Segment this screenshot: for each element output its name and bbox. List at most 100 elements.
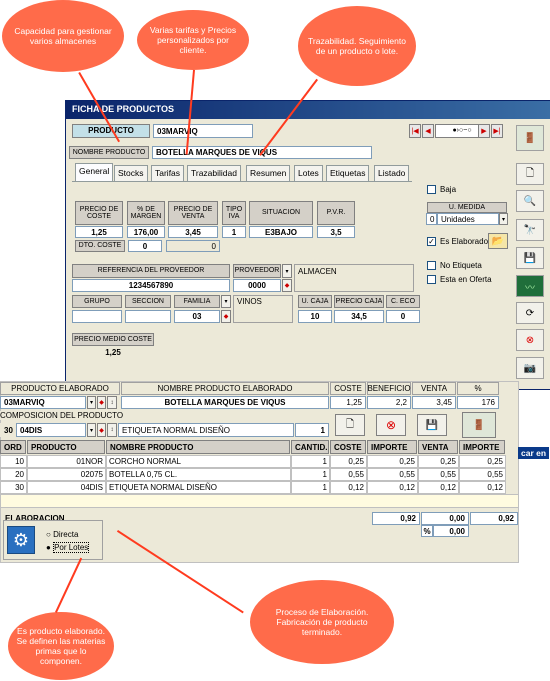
table-row-1-producto[interactable]: 01NOR	[27, 455, 106, 468]
table-row-1-nombre[interactable]: CORCHO NORMAL	[106, 455, 291, 468]
nombre-elab-header: NOMBRE PRODUCTO ELABORADO	[121, 382, 329, 395]
tab-stocks[interactable]: Stocks	[114, 165, 148, 181]
prod-elab-field[interactable]: 03MARVIQ	[0, 396, 86, 409]
table-row-2-importe-venta[interactable]: 0,55	[459, 468, 506, 481]
precio-coste-label: PRECIO DE COSTE	[75, 201, 123, 225]
comp-prod-field[interactable]: 04DIS	[16, 423, 86, 437]
familia-spin[interactable]: ◆	[221, 310, 231, 323]
directa-radio[interactable]: ○ Directa	[46, 530, 78, 539]
baja-checkbox[interactable]	[427, 185, 436, 194]
dto-coste-field[interactable]: 0	[128, 240, 162, 252]
table-row-3-cantid[interactable]: 1	[291, 481, 330, 494]
no-etiqueta-checkbox[interactable]	[427, 261, 436, 270]
table-row-1-importe-venta[interactable]: 0,25	[459, 455, 506, 468]
seccion-field[interactable]	[125, 310, 171, 323]
umedida-code[interactable]: 0	[426, 213, 437, 225]
familia-field[interactable]: 03	[174, 310, 220, 323]
dto-extra-field[interactable]: 0	[166, 240, 220, 252]
table-row-1-coste[interactable]: 0,25	[330, 455, 367, 468]
table-row-3-nombre[interactable]: ETIQUETA NORMAL DISEÑO	[106, 481, 291, 494]
refresh-icon[interactable]: ⟳	[516, 302, 544, 324]
pvr-field[interactable]: 3,5	[317, 226, 355, 238]
last-record-button[interactable]: ▶|	[491, 124, 503, 138]
ref-proveedor-field[interactable]: 1234567890	[72, 279, 230, 292]
tipo-iva-field[interactable]: 1	[222, 226, 246, 238]
prod-elab-dropdown[interactable]: ▾	[87, 396, 96, 409]
tab-resumen[interactable]: Resumen	[246, 165, 291, 181]
precio-venta-field[interactable]: 3,45	[168, 226, 218, 238]
proveedor-spin[interactable]: ◆	[282, 279, 292, 292]
delete-line-icon[interactable]: ⊗	[376, 414, 406, 436]
comp-prod-dropdown[interactable]: ▾	[87, 423, 96, 437]
proveedor-dropdown[interactable]: ▾	[282, 264, 292, 278]
table-empty-area	[0, 494, 519, 508]
camera-icon[interactable]: 📷	[516, 357, 544, 379]
precio-caja-field[interactable]: 34,5	[334, 310, 384, 323]
save-icon[interactable]: 💾	[516, 247, 544, 269]
table-row-1-ord[interactable]: 10	[0, 455, 27, 468]
pmc-label: PRECIO MEDIO COSTE	[72, 333, 154, 346]
table-row-2-producto[interactable]: 02075	[27, 468, 106, 481]
table-row-2-venta[interactable]: 0,55	[418, 468, 459, 481]
ucaja-field[interactable]: 10	[298, 310, 332, 323]
new-document-icon[interactable]: 🗋	[516, 163, 544, 185]
exit-door-icon[interactable]: 🚪	[516, 125, 544, 151]
table-row-1-importe[interactable]: 0,25	[367, 455, 418, 468]
exit-line-icon[interactable]: 🚪	[462, 412, 496, 438]
table-row-2-cantid[interactable]: 1	[291, 468, 330, 481]
producto-field[interactable]: 03MARVIQ	[153, 124, 253, 138]
comp-prod-spin[interactable]: ◆	[97, 423, 106, 437]
table-row-3-venta[interactable]: 0,12	[418, 481, 459, 494]
tab-listado[interactable]: Listado	[374, 165, 410, 181]
margen-field[interactable]: 176,00	[127, 226, 165, 238]
por-lotes-radio[interactable]: ● Por Lotes	[46, 542, 90, 553]
table-row-3-importe[interactable]: 0,12	[367, 481, 418, 494]
comp-ord-field[interactable]: 30	[0, 423, 16, 437]
prod-elab-spin[interactable]: ◆	[97, 396, 106, 409]
table-row-1-cantid[interactable]: 1	[291, 455, 330, 468]
folder-open-icon[interactable]: 📂	[488, 233, 508, 249]
comp-prod-updown[interactable]: ↕	[107, 423, 117, 437]
proveedor-field[interactable]: 0000	[233, 279, 281, 292]
prod-elab-updown[interactable]: ↕	[107, 396, 117, 409]
add-line-icon[interactable]: 🗋	[335, 414, 365, 436]
first-record-button[interactable]: |◀	[409, 124, 421, 138]
tab-lotes[interactable]: Lotes	[294, 165, 323, 181]
tab-trazabilidad[interactable]: Trazabilidad	[187, 165, 241, 181]
chart-icon[interactable]: 〰	[516, 275, 544, 297]
table-row-3-importe-venta[interactable]: 0,12	[459, 481, 506, 494]
umedida-label: U. MEDIDA	[427, 202, 507, 213]
table-row-3-producto[interactable]: 04DIS	[27, 481, 106, 494]
table-row-1-venta[interactable]: 0,25	[418, 455, 459, 468]
umedida-dropdown-icon[interactable]: ▾	[499, 213, 508, 225]
tab-etiquetas[interactable]: Etiquetas	[326, 165, 370, 181]
binoculars-icon[interactable]: 🔭	[516, 219, 544, 241]
table-row-2-importe[interactable]: 0,55	[367, 468, 418, 481]
next-record-button[interactable]: ▶	[478, 124, 490, 138]
por-lotes-label: Por Lotes	[53, 542, 90, 553]
search-icon[interactable]: 🔍	[516, 190, 544, 212]
table-row-2-ord[interactable]: 20	[0, 468, 27, 481]
table-row-2-nombre[interactable]: BOTELLA 0,75 CL.	[106, 468, 291, 481]
table-row-3-ord[interactable]: 30	[0, 481, 27, 494]
almacen-field[interactable]: ALMACEN	[294, 264, 414, 292]
table-row-2-coste[interactable]: 0,55	[330, 468, 367, 481]
th-importe-coste: IMPORTE	[367, 440, 417, 454]
tab-general[interactable]: General	[75, 163, 114, 182]
situacion-label: SITUACION	[249, 201, 313, 225]
esta-oferta-checkbox[interactable]	[427, 275, 436, 284]
comp-nombre-field[interactable]: ETIQUETA NORMAL DISEÑO	[118, 423, 294, 437]
prev-record-button[interactable]: ◀	[422, 124, 434, 138]
umedida-select[interactable]: Unidades	[437, 213, 499, 225]
save-line-icon[interactable]: 💾	[417, 414, 447, 436]
precio-coste-field[interactable]: 1,25	[75, 226, 123, 238]
comp-cant-field[interactable]: 1	[295, 423, 329, 437]
grupo-field[interactable]	[72, 310, 122, 323]
es-elaborado-checkbox[interactable]: ✓	[427, 237, 436, 246]
tab-tarifas[interactable]: Tarifas	[151, 165, 185, 181]
ceco-field[interactable]: 0	[386, 310, 420, 323]
familia-dropdown[interactable]: ▾	[221, 295, 231, 308]
table-row-3-coste[interactable]: 0,12	[330, 481, 367, 494]
delete-icon[interactable]: ⊗	[516, 329, 544, 351]
situacion-field[interactable]: E3BAJO	[249, 226, 313, 238]
